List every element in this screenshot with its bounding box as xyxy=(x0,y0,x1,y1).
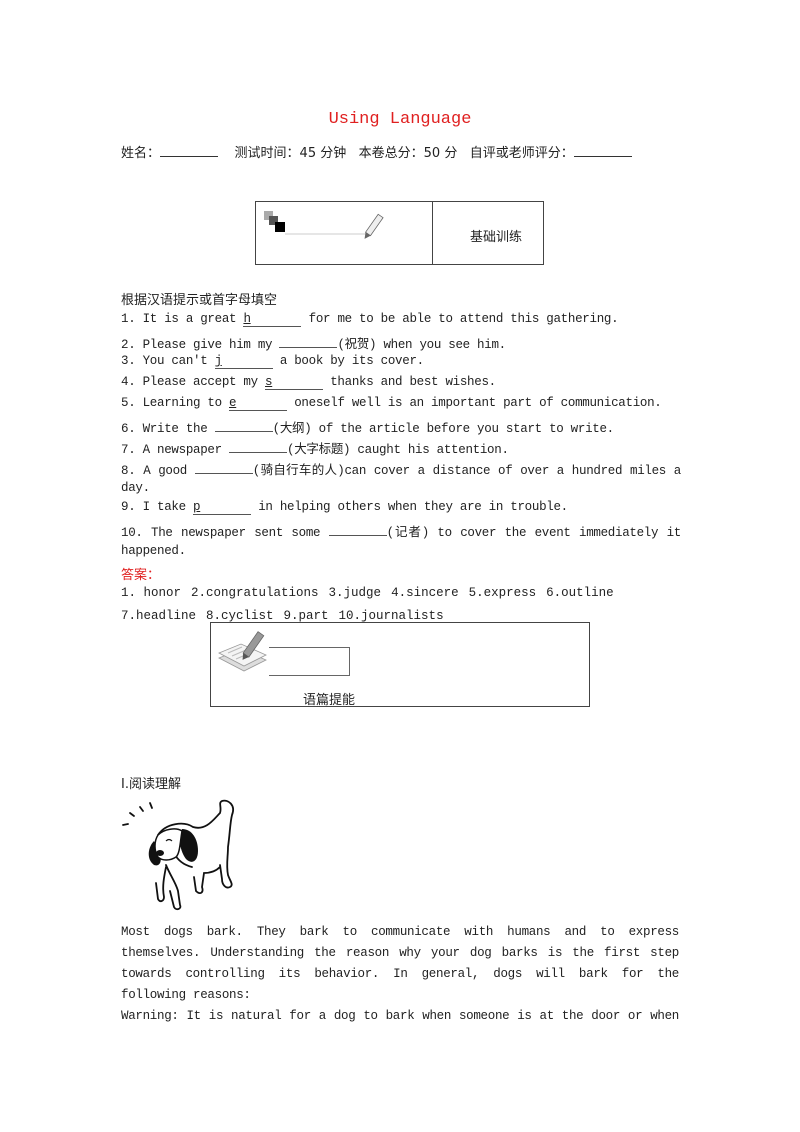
answer-blank[interactable] xyxy=(328,535,387,536)
answer-blank[interactable] xyxy=(194,473,253,474)
answer-blank[interactable] xyxy=(229,452,288,453)
question-item: 1. It is a great h for me to be able to … xyxy=(121,312,681,327)
question-item: 5. Learning to e oneself well is an impo… xyxy=(121,396,681,411)
grade-label: 自评或老师评分： xyxy=(469,146,574,161)
question-text-before: It is a great xyxy=(142,312,244,326)
answer-blank[interactable]: h xyxy=(243,312,302,327)
name-blank[interactable] xyxy=(160,144,219,157)
question-number: 9. xyxy=(121,500,136,514)
question-number: 7. xyxy=(121,443,136,457)
initial-letter-hint: j xyxy=(214,354,223,368)
test-header: 姓名： 测试时间：45 分钟 本卷总分：50 分 自评或老师评分： xyxy=(121,142,632,161)
question-item: 7. A newspaper (大字标题) caught his attenti… xyxy=(121,438,681,457)
answer-item: 6.outline xyxy=(546,586,614,600)
question-continuation: day. xyxy=(121,481,150,495)
answer-blank[interactable]: s xyxy=(265,375,324,390)
question-item: 8. A good (骑自行车的人)can cover a distance o… xyxy=(121,459,681,478)
question-number: 4. xyxy=(121,375,136,389)
answer-item: 9.part xyxy=(283,609,329,623)
paragraph-2: Warning: It is natural for a dog to bark… xyxy=(121,1009,679,1023)
question-item: 4. Please accept my s thanks and best wi… xyxy=(121,375,681,390)
initial-letter-hint: s xyxy=(265,375,273,389)
answer-item: 2.congratulations xyxy=(191,586,319,600)
question-item: 6. Write the (大纲) of the article before … xyxy=(121,417,681,436)
answer-item: 10.journalists xyxy=(338,609,444,623)
question-number: 2. xyxy=(121,338,136,352)
question-text-before: The newspaper sent some xyxy=(151,526,329,540)
answer-item: 5.express xyxy=(468,586,537,600)
grade-blank[interactable] xyxy=(573,144,632,157)
question-text-before: I take xyxy=(142,500,194,514)
barking-dog-illustration xyxy=(122,799,234,911)
box-divider xyxy=(432,202,433,264)
answer-item: 8.cyclist xyxy=(206,609,274,623)
question-text-before: A newspaper xyxy=(142,443,230,457)
total-label: 本卷总分：50 分 xyxy=(358,146,458,161)
initial-letter-hint: e xyxy=(229,396,237,410)
question-text-before: Please accept my xyxy=(142,375,266,389)
question-number: 5. xyxy=(121,396,136,410)
answer-blank[interactable] xyxy=(279,347,338,348)
question-text-before: Write the xyxy=(142,422,215,436)
section-passage-box: 语篇提能 xyxy=(210,622,590,708)
answer-item: 7.headline xyxy=(121,609,197,623)
question-text-after: (骑自行车的人)can cover a distance of over a h… xyxy=(252,464,682,478)
paragraph-1: Most dogs bark. They bark to communicate… xyxy=(121,925,679,1002)
question-number: 1. xyxy=(121,312,136,326)
question-item: 2. Please give him my (祝贺) when you see … xyxy=(121,333,681,352)
question-text-after: (记者) to cover the event immediately it xyxy=(386,526,682,540)
question-continuation: happened. xyxy=(121,544,186,558)
reading-heading: Ⅰ.阅读理解 xyxy=(121,777,181,792)
answer-blank[interactable] xyxy=(214,431,273,432)
title-frame xyxy=(269,647,350,676)
name-label: 姓名： xyxy=(121,146,161,161)
initial-letter-hint: p xyxy=(193,500,201,514)
question-item: 10. The newspaper sent some (记者) to cove… xyxy=(121,521,681,540)
time-label: 测试时间：45 分钟 xyxy=(234,146,347,161)
answer-blank[interactable]: e xyxy=(229,396,288,411)
question-number: 6. xyxy=(121,422,136,436)
section-basic-label: 基础训练 xyxy=(470,230,523,245)
question-text-after: (大字标题) caught his attention. xyxy=(287,443,509,457)
answer-blank[interactable]: p xyxy=(193,500,252,515)
pencil-squares-icon xyxy=(264,211,384,239)
notepad-pen-icon xyxy=(218,631,267,672)
answer-blank[interactable]: j xyxy=(214,354,273,369)
answer-item: 4.sincere xyxy=(391,586,459,600)
question-text-after: (大纲) of the article before you start to … xyxy=(272,422,615,436)
instruction: 根据汉语提示或首字母填空 xyxy=(121,293,278,308)
question-text-after: in helping others when they are in troub… xyxy=(251,500,568,514)
question-text-before: You can't xyxy=(142,354,215,368)
question-text-after: a book by its cover. xyxy=(272,354,424,368)
question-text-before: Please give him my xyxy=(142,338,280,352)
question-number: 10. xyxy=(121,526,143,540)
initial-letter-hint: h xyxy=(243,312,251,326)
answer-item: 1. honor xyxy=(121,586,182,600)
question-text-after: (祝贺) when you see him. xyxy=(337,338,506,352)
question-text-after: for me to be able to attend this gatheri… xyxy=(301,312,619,326)
answers-line-1: 1. honor 2.congratulations 3.judge 4.sincer… xyxy=(121,584,624,600)
question-item: 9. I take p in helping others when they … xyxy=(121,500,681,515)
question-number: 8. xyxy=(121,464,136,478)
question-item: 3. You can't j a book by its cover. xyxy=(121,354,681,369)
question-text-after: oneself well is an important part of com… xyxy=(287,396,662,410)
document-title: Using Language xyxy=(328,110,472,129)
answer-item: 3.judge xyxy=(328,586,382,600)
question-text-before: Learning to xyxy=(142,396,230,410)
section-basic-training-box: 基础训练 xyxy=(255,201,544,265)
section-passage-label: 语篇提能 xyxy=(303,693,356,708)
answers-line-2: 7.headline 8.cyclist 9.part 10.journalists xyxy=(121,607,454,623)
question-text-after: thanks and best wishes. xyxy=(323,375,496,389)
question-number: 3. xyxy=(121,354,136,368)
question-text-before: A good xyxy=(143,464,195,478)
answer-label: 答案： xyxy=(121,568,161,583)
